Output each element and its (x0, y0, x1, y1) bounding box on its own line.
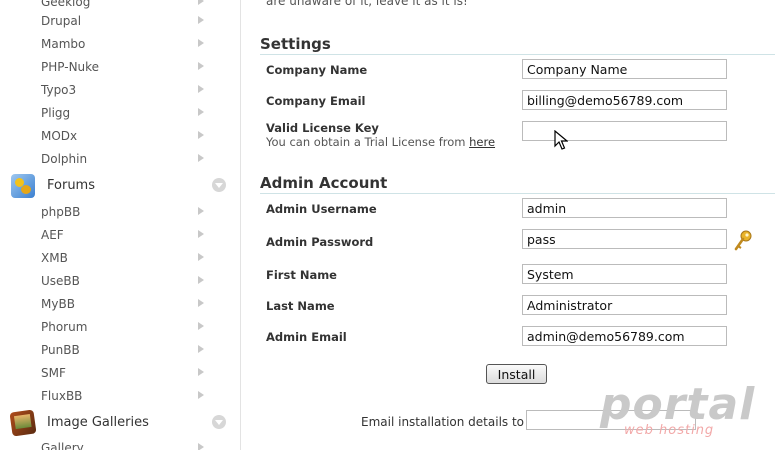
sidebar-item-php-nuke[interactable]: PHP-Nuke (0, 56, 240, 78)
install-button[interactable]: Install (486, 364, 547, 384)
license-key-label: Valid License Key (266, 121, 379, 135)
category-label: Forums (47, 178, 95, 193)
company-email-input[interactable] (522, 90, 727, 110)
license-hint-text: You can obtain a Trial License from (266, 135, 466, 149)
sidebar-item-label: Gallery (41, 441, 84, 450)
sidebar: Geeklog Drupal Mambo PHP-Nuke Typo3 Plig… (0, 0, 241, 450)
company-email-label: Company Email (266, 94, 366, 108)
arrow-right-icon (198, 368, 204, 376)
top-note: are unaware of it, leave it as it is! (266, 0, 468, 8)
last-name-input[interactable] (522, 295, 727, 315)
company-name-input[interactable] (522, 59, 727, 79)
logo-main-text: portal (600, 379, 756, 430)
forums-icon (11, 174, 35, 198)
arrow-right-icon (198, 16, 204, 24)
sidebar-item-label: FluxBB (41, 389, 83, 403)
sidebar-item-label: Dolphin (41, 152, 88, 166)
mouse-cursor-icon (554, 130, 568, 150)
key-icon[interactable] (733, 230, 753, 252)
sidebar-item-label: Pligg (41, 106, 71, 120)
sidebar-item-label: Typo3 (41, 83, 77, 97)
admin-email-label: Admin Email (266, 330, 347, 344)
arrow-right-icon (198, 230, 204, 238)
sidebar-item-fluxbb[interactable]: FluxBB (0, 385, 240, 407)
sidebar-category-image-galleries[interactable]: Image Galleries (0, 409, 240, 437)
arrow-right-icon (198, 154, 204, 162)
sidebar-item-modx[interactable]: MODx (0, 125, 240, 147)
last-name-label: Last Name (266, 299, 335, 313)
arrow-right-icon (198, 345, 204, 353)
sidebar-item-pligg[interactable]: Pligg (0, 102, 240, 124)
sidebar-item-xmb[interactable]: XMB (0, 247, 240, 269)
email-details-label: Email installation details to : (361, 415, 532, 429)
sidebar-item-typo3[interactable]: Typo3 (0, 79, 240, 101)
company-name-label: Company Name (266, 63, 368, 77)
admin-account-heading: Admin Account (260, 174, 775, 194)
arrow-right-icon (198, 443, 204, 450)
arrow-right-icon (198, 131, 204, 139)
first-name-label: First Name (266, 268, 337, 282)
sidebar-item-phorum[interactable]: Phorum (0, 316, 240, 338)
sidebar-item-label: MODx (41, 129, 78, 143)
sidebar-item-label: Mambo (41, 37, 86, 51)
sidebar-item-label: Drupal (41, 14, 82, 28)
settings-heading: Settings (260, 35, 775, 55)
admin-email-input[interactable] (522, 326, 727, 346)
license-key-input[interactable] (522, 121, 727, 141)
sidebar-item-label: PHP-Nuke (41, 60, 100, 74)
sidebar-item-drupal[interactable]: Drupal (0, 10, 240, 32)
sidebar-item-smf[interactable]: SMF (0, 362, 240, 384)
arrow-right-icon (198, 207, 204, 215)
admin-username-label: Admin Username (266, 202, 377, 216)
admin-password-label: Admin Password (266, 235, 374, 249)
license-hint: You can obtain a Trial License from here (266, 135, 495, 149)
chevron-down-icon[interactable] (212, 178, 226, 192)
sidebar-item-punbb[interactable]: PunBB (0, 339, 240, 361)
sidebar-item-label: MyBB (41, 297, 75, 311)
portal-logo: portal web hosting (600, 382, 754, 442)
image-galleries-icon (9, 409, 37, 437)
arrow-right-icon (198, 85, 204, 93)
sidebar-item-label: UseBB (41, 274, 80, 288)
sidebar-category-forums[interactable]: Forums (0, 173, 240, 199)
arrow-right-icon (198, 39, 204, 47)
sidebar-item-gallery[interactable]: Gallery (0, 437, 240, 450)
arrow-right-icon (198, 0, 204, 5)
sidebar-item-label: SMF (41, 366, 66, 380)
sidebar-item-label: phpBB (41, 205, 81, 219)
arrow-right-icon (198, 276, 204, 284)
sidebar-item-label: AEF (41, 228, 64, 242)
arrow-right-icon (198, 299, 204, 307)
trial-license-link[interactable]: here (469, 135, 495, 149)
sidebar-item-usebb[interactable]: UseBB (0, 270, 240, 292)
arrow-right-icon (198, 391, 204, 399)
sidebar-item-label: PunBB (41, 343, 80, 357)
admin-password-input[interactable] (522, 229, 727, 249)
chevron-down-icon[interactable] (212, 415, 226, 429)
admin-username-input[interactable] (522, 198, 727, 218)
sidebar-item-label: Phorum (41, 320, 88, 334)
logo-sub-text: web hosting (624, 423, 715, 438)
first-name-input[interactable] (522, 264, 727, 284)
arrow-right-icon (198, 253, 204, 261)
arrow-right-icon (198, 62, 204, 70)
category-label: Image Galleries (47, 415, 149, 430)
sidebar-item-phpbb[interactable]: phpBB (0, 201, 240, 223)
arrow-right-icon (198, 108, 204, 116)
sidebar-item-mybb[interactable]: MyBB (0, 293, 240, 315)
sidebar-item-label: XMB (41, 251, 68, 265)
sidebar-item-mambo[interactable]: Mambo (0, 33, 240, 55)
sidebar-item-dolphin[interactable]: Dolphin (0, 148, 240, 170)
sidebar-item-label: Geeklog (41, 0, 91, 9)
sidebar-item-aef[interactable]: AEF (0, 224, 240, 246)
arrow-right-icon (198, 322, 204, 330)
